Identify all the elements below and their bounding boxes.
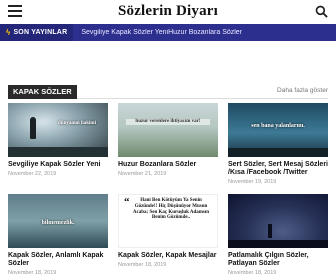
silhouette-shape xyxy=(268,224,272,238)
ground-shape xyxy=(228,148,328,157)
show-more-link[interactable]: Daha fazla göster xyxy=(277,87,328,94)
ticker-link[interactable]: Sevgiliye Kapak Sözler YeniHuzur Bozanla… xyxy=(73,29,242,36)
post-thumbnail[interactable]: “ Hani Ben Kötüyüm Ya Senin Gözünde!! Hi… xyxy=(118,194,218,248)
thumbnail-caption: bilmemezlik. xyxy=(41,220,75,226)
post-thumbnail[interactable]: bilmemezlik. xyxy=(8,194,108,248)
post-title[interactable]: Huzur Bozanlara Sözler xyxy=(118,161,218,169)
post-card[interactable]: Patlamalık Çılgın Sözler, Patlayan Sözle… xyxy=(228,194,328,276)
silhouette-shape xyxy=(30,117,36,139)
post-title[interactable]: Sert Sözler, Sert Mesaj Sözleri /Kısa /F… xyxy=(228,161,328,177)
thumbnail-caption: huzur verenlere ihtiyacım var! xyxy=(126,119,210,125)
post-date: November 22, 2019 xyxy=(8,171,57,177)
thumbnail-caption: sen bana yalanlarını. xyxy=(251,123,305,129)
site-header: Sözlerin Diyarı xyxy=(0,0,336,24)
post-title[interactable]: Sevgiliye Kapak Sözler Yeni xyxy=(8,161,108,169)
post-thumbnail[interactable]: sen bana yalanlarını. xyxy=(228,103,328,157)
ticker-label-box: ϟ SON YAYINLAR xyxy=(0,24,74,41)
thumbnail-caption: dünyamın hakimi xyxy=(58,121,96,126)
ground-shape xyxy=(228,240,328,248)
post-thumbnail[interactable] xyxy=(228,194,328,248)
post-card[interactable]: “ Hani Ben Kötüyüm Ya Senin Gözünde!! Hi… xyxy=(118,194,218,268)
post-card[interactable]: bilmemezlik. Kapak Sözler, Anlamlı Kapak… xyxy=(8,194,108,276)
post-title[interactable]: Kapak Sözler, Anlamlı Kapak Sözler xyxy=(8,252,108,268)
ticker-label: SON YAYINLAR xyxy=(13,29,68,36)
post-date: November 18, 2019 xyxy=(228,270,277,276)
post-card[interactable]: sen bana yalanlarını. Sert Sözler, Sert … xyxy=(228,103,328,185)
latest-posts-ticker: ϟ SON YAYINLAR Sevgiliye Kapak Sözler Ye… xyxy=(0,24,336,41)
section-header: KAPAK SÖZLER Daha fazla göster xyxy=(8,85,328,99)
site-title[interactable]: Sözlerin Diyarı xyxy=(0,3,336,20)
ground-shape xyxy=(8,147,108,157)
search-icon[interactable] xyxy=(315,5,328,18)
post-title[interactable]: Kapak Sözler, Kapak Mesajlar xyxy=(118,252,218,260)
thumbnail-caption: Hani Ben Kötüyüm Ya Senin Gözünde!! Hiç … xyxy=(132,198,210,221)
post-title[interactable]: Patlamalık Çılgın Sözler, Patlayan Sözle… xyxy=(228,252,328,268)
post-card[interactable]: dünyamın hakimi Sevgiliye Kapak Sözler Y… xyxy=(8,103,108,177)
post-thumbnail[interactable]: dünyamın hakimi xyxy=(8,103,108,157)
bolt-icon: ϟ xyxy=(6,28,11,37)
post-date: November 19, 2019 xyxy=(228,179,277,185)
post-date: November 18, 2019 xyxy=(8,270,57,276)
post-card[interactable]: huzur verenlere ihtiyacım var! Huzur Boz… xyxy=(118,103,218,177)
post-thumbnail[interactable]: huzur verenlere ihtiyacım var! xyxy=(118,103,218,157)
post-date: November 21, 2019 xyxy=(118,171,167,177)
quote-mark-icon: “ xyxy=(124,196,130,208)
section-title: KAPAK SÖZLER xyxy=(8,85,77,99)
post-date: November 18, 2019 xyxy=(118,262,167,268)
